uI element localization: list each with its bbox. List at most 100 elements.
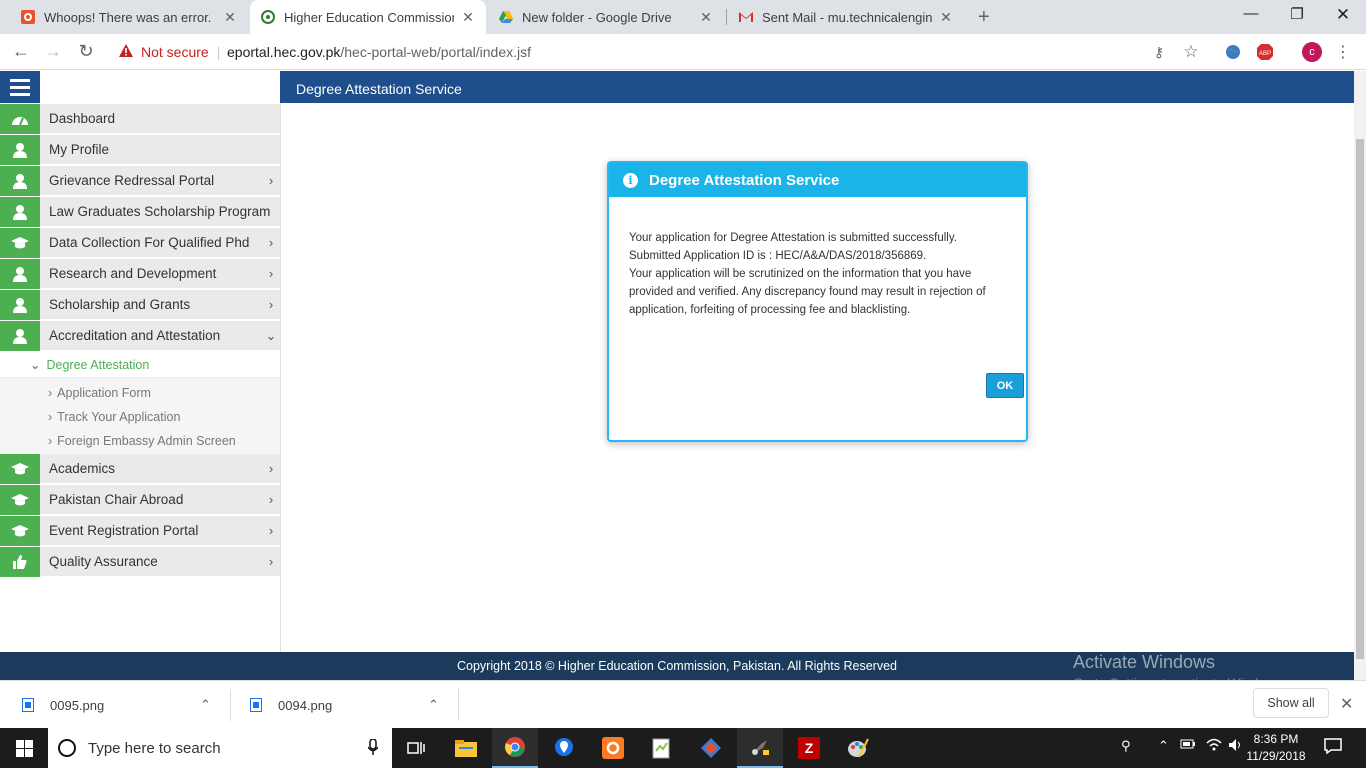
submenu-degree-attestation[interactable]: ⌄ Degree Attestation [0, 352, 280, 378]
key-icon[interactable]: ⚷ [1149, 42, 1169, 62]
sidebar-item-label: Dashboard [49, 111, 116, 126]
browser-tab-strip: Whoops! There was an error. ✕ Higher Edu… [0, 0, 1366, 34]
sidebar-item-accreditation[interactable]: Accreditation and Attestation ⌄ [0, 320, 280, 351]
submenu-title: Degree Attestation [46, 357, 150, 372]
menu-kebab-icon[interactable]: ⋮ [1333, 42, 1353, 62]
tab-error[interactable]: Whoops! There was an error. ✕ [10, 0, 248, 34]
address-bar[interactable]: eportal.hec.gov.pk/hec-portal-web/portal… [227, 44, 531, 60]
profile-avatar[interactable]: c [1302, 42, 1322, 62]
user-icon [0, 320, 40, 351]
taskbar-search-input[interactable]: Type here to search [48, 728, 392, 768]
chevron-right-icon: › [268, 492, 274, 507]
show-all-downloads-button[interactable]: Show all [1253, 688, 1329, 718]
hamburger-menu-icon[interactable] [0, 71, 40, 103]
clock-date: 11/29/2018 [1246, 749, 1306, 763]
wifi-icon[interactable] [1206, 738, 1222, 755]
close-icon[interactable]: ✕ [698, 9, 714, 26]
svg-text:ABP: ABP [1259, 51, 1271, 57]
security-indicator[interactable]: Not secure | [118, 43, 220, 61]
sidebar-item-my-profile[interactable]: My Profile [0, 134, 280, 165]
chevron-up-icon[interactable]: ⌃ [428, 697, 439, 713]
chrome-icon[interactable] [492, 728, 538, 768]
scrollbar-thumb[interactable] [1356, 139, 1364, 659]
snipping-tool-icon[interactable] [737, 728, 783, 768]
hec-favicon-icon [260, 9, 276, 25]
people-icon[interactable]: ⚲ [1121, 738, 1131, 754]
sidebar-item-label: My Profile [49, 142, 110, 157]
chevron-up-icon[interactable]: ⌃ [200, 697, 211, 713]
extension-globe-icon[interactable] [1223, 42, 1243, 62]
sidebar-top [40, 71, 280, 103]
gmail-favicon-icon [738, 9, 754, 25]
sidebar-item-label: Academics [49, 461, 116, 476]
svg-text:Z: Z [805, 740, 814, 756]
download-item[interactable]: 0095.png ⌃ [22, 681, 222, 729]
sidebar-item-research[interactable]: Research and Development › [0, 258, 280, 289]
restore-button[interactable]: ❐ [1282, 5, 1312, 23]
security-label: Not secure [141, 44, 209, 60]
chevron-up-icon[interactable]: ⌃ [1158, 738, 1169, 754]
notepad-plus-icon[interactable] [639, 728, 685, 768]
close-icon[interactable]: ✕ [1340, 694, 1353, 714]
filezilla-icon[interactable]: Z [786, 728, 832, 768]
sidebar-item-pakistan-chair[interactable]: Pakistan Chair Abroad › [0, 484, 280, 515]
download-filename: 0094.png [278, 697, 333, 713]
star-icon[interactable]: ☆ [1181, 42, 1201, 62]
user-icon [0, 258, 40, 289]
windows-start-icon[interactable] [0, 728, 48, 768]
maps-pin-icon[interactable] [541, 728, 587, 768]
submenu-item-label: Foreign Embassy Admin Screen [57, 434, 236, 448]
tab-gmail[interactable]: Sent Mail - mu.technicalengineer ✕ [728, 0, 964, 34]
dialog-message-line: Your application will be scrutinized on … [629, 268, 986, 316]
sidebar-item-quality-assurance[interactable]: Quality Assurance › [0, 546, 280, 577]
close-icon[interactable]: ✕ [938, 9, 954, 26]
sidebar-item-academics[interactable]: Academics › [0, 453, 280, 484]
task-view-icon[interactable] [393, 728, 439, 768]
taskbar-clock[interactable]: 8:36 PM 11/29/2018 [1236, 731, 1316, 765]
sidebar-item-event-registration[interactable]: Event Registration Portal › [0, 515, 280, 546]
cortana-icon [58, 739, 76, 757]
xampp-icon[interactable] [590, 728, 636, 768]
sidebar-item-label: Data Collection For Qualified Phd [49, 235, 250, 250]
ok-button[interactable]: OK [986, 373, 1024, 398]
adblock-icon[interactable]: ABP [1255, 42, 1275, 62]
minimize-button[interactable]: — [1236, 5, 1266, 22]
dialog-message: Your application for Degree Attestation … [629, 229, 1009, 319]
file-explorer-icon[interactable] [443, 728, 489, 768]
new-tab-button[interactable]: + [978, 6, 990, 29]
sidebar-item-grievance[interactable]: Grievance Redressal Portal › [0, 165, 280, 196]
download-item[interactable]: 0094.png ⌃ [250, 681, 450, 729]
graduation-cap-icon [0, 484, 40, 515]
chevron-right-icon: › [268, 266, 274, 281]
sidebar-item-label: Research and Development [49, 266, 217, 281]
sidebar-item-scholarship[interactable]: Scholarship and Grants › [0, 289, 280, 320]
search-placeholder: Type here to search [88, 739, 221, 757]
tab-hec[interactable]: Higher Education Commission Of ✕ [250, 0, 486, 34]
battery-icon[interactable] [1180, 738, 1196, 753]
action-center-icon[interactable] [1324, 738, 1342, 759]
sidebar-item-dashboard[interactable]: Dashboard [0, 103, 280, 134]
windows-taskbar: Type here to search Z ⚲ ⌃ 8:36 PM 11/29/… [0, 728, 1366, 768]
forward-button[interactable]: → [42, 41, 64, 62]
close-icon[interactable]: ✕ [460, 9, 476, 26]
submenu-item-track-application[interactable]: › Track Your Application [48, 410, 180, 424]
page-scrollbar[interactable] [1354, 71, 1366, 680]
window-close-button[interactable]: ✕ [1328, 5, 1358, 25]
microphone-icon[interactable] [367, 737, 379, 758]
git-icon[interactable] [688, 728, 734, 768]
back-button[interactable]: ← [10, 41, 32, 62]
close-icon[interactable]: ✕ [222, 9, 238, 26]
sidebar-item-law-graduates[interactable]: Law Graduates Scholarship Program [0, 196, 280, 227]
chevron-right-icon: › [268, 173, 274, 188]
submenu-item-foreign-embassy[interactable]: › Foreign Embassy Admin Screen [48, 434, 236, 448]
user-icon [0, 289, 40, 320]
paint-icon[interactable] [835, 728, 881, 768]
sidebar-item-data-collection[interactable]: Data Collection For Qualified Phd › [0, 227, 280, 258]
info-icon: i [623, 172, 638, 188]
submenu-item-application-form[interactable]: › Application Form [48, 386, 151, 400]
dashboard-icon [0, 103, 40, 134]
tab-drive[interactable]: New folder - Google Drive ✕ [488, 0, 724, 34]
download-filename: 0095.png [50, 697, 105, 713]
tab-title: Higher Education Commission Of [284, 9, 454, 25]
reload-button[interactable]: ↻ [75, 41, 97, 62]
